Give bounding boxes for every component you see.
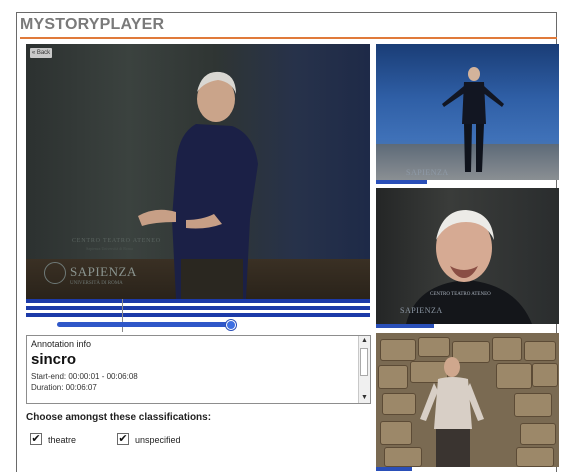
app-title: MYSTORYPLAYER: [20, 16, 165, 33]
annotation-panel: Annotation info sincro Start-end: 00:00:…: [26, 335, 371, 404]
scrubber-handle[interactable]: [226, 320, 236, 330]
thumbnail-watermark: SAPIENZA: [400, 306, 443, 315]
annotation-duration: Duration: 00:06:07: [31, 383, 97, 392]
unspecified-checkbox[interactable]: ✔: [117, 433, 129, 445]
watermark-centro-sub: Sapienza Università di Roma: [86, 246, 133, 251]
watermark-text: SAPIENZA: [70, 264, 137, 279]
speaker-closeup-figure: [406, 210, 532, 324]
theatre-checkbox[interactable]: ✔: [30, 433, 42, 445]
playback-scrubber[interactable]: [57, 322, 231, 327]
thumbnail-progress: [376, 324, 434, 328]
annotation-heading: Annotation info: [31, 339, 92, 349]
timeline[interactable]: [26, 299, 370, 332]
watermark-centro: CENTRO TEATRO ATENEO: [72, 238, 161, 244]
speaker-figure: [138, 71, 258, 299]
unspecified-label: unspecified: [135, 435, 181, 445]
annotation-start-end: Start-end: 00:00:01 - 00:06:08: [31, 372, 138, 381]
annotation-scrollbar[interactable]: ▲ ▼: [358, 336, 370, 403]
timeline-track[interactable]: [26, 299, 370, 303]
presenter-figure: [420, 357, 484, 467]
timeline-track[interactable]: [26, 313, 370, 317]
video-thumbnail-2[interactable]: CENTRO TEATRO ATENEO SAPIENZA: [376, 188, 559, 324]
main-video-player[interactable]: « Back CENTRO TEATRO ATENEO Sapienza Uni…: [26, 44, 370, 299]
classifications-label: Choose amongst these classifications:: [26, 412, 212, 423]
timeline-track[interactable]: [26, 306, 370, 310]
performer-figure: [442, 67, 504, 172]
scroll-thumb[interactable]: [360, 348, 368, 376]
thumbnail-progress: [376, 180, 427, 184]
timeline-cursor[interactable]: [122, 299, 123, 332]
scroll-up-icon[interactable]: ▲: [359, 336, 370, 346]
university-seal-icon: [44, 262, 66, 284]
video-thumbnail-3[interactable]: [376, 333, 559, 467]
watermark-subtext: UNIVERSITÀ DI ROMA: [70, 281, 123, 286]
thumbnail-progress: [376, 467, 412, 471]
thumbnail-watermark: SAPIENZA: [406, 168, 449, 177]
thumbnail-watermark-centro: CENTRO TEATRO ATENEO: [430, 292, 491, 297]
theatre-label: theatre: [48, 435, 77, 445]
back-button[interactable]: « Back: [30, 48, 52, 58]
scroll-down-icon[interactable]: ▼: [359, 393, 370, 403]
video-thumbnail-1[interactable]: SAPIENZA: [376, 44, 559, 180]
title-divider: [20, 37, 557, 39]
annotation-title: sincro: [31, 351, 77, 368]
